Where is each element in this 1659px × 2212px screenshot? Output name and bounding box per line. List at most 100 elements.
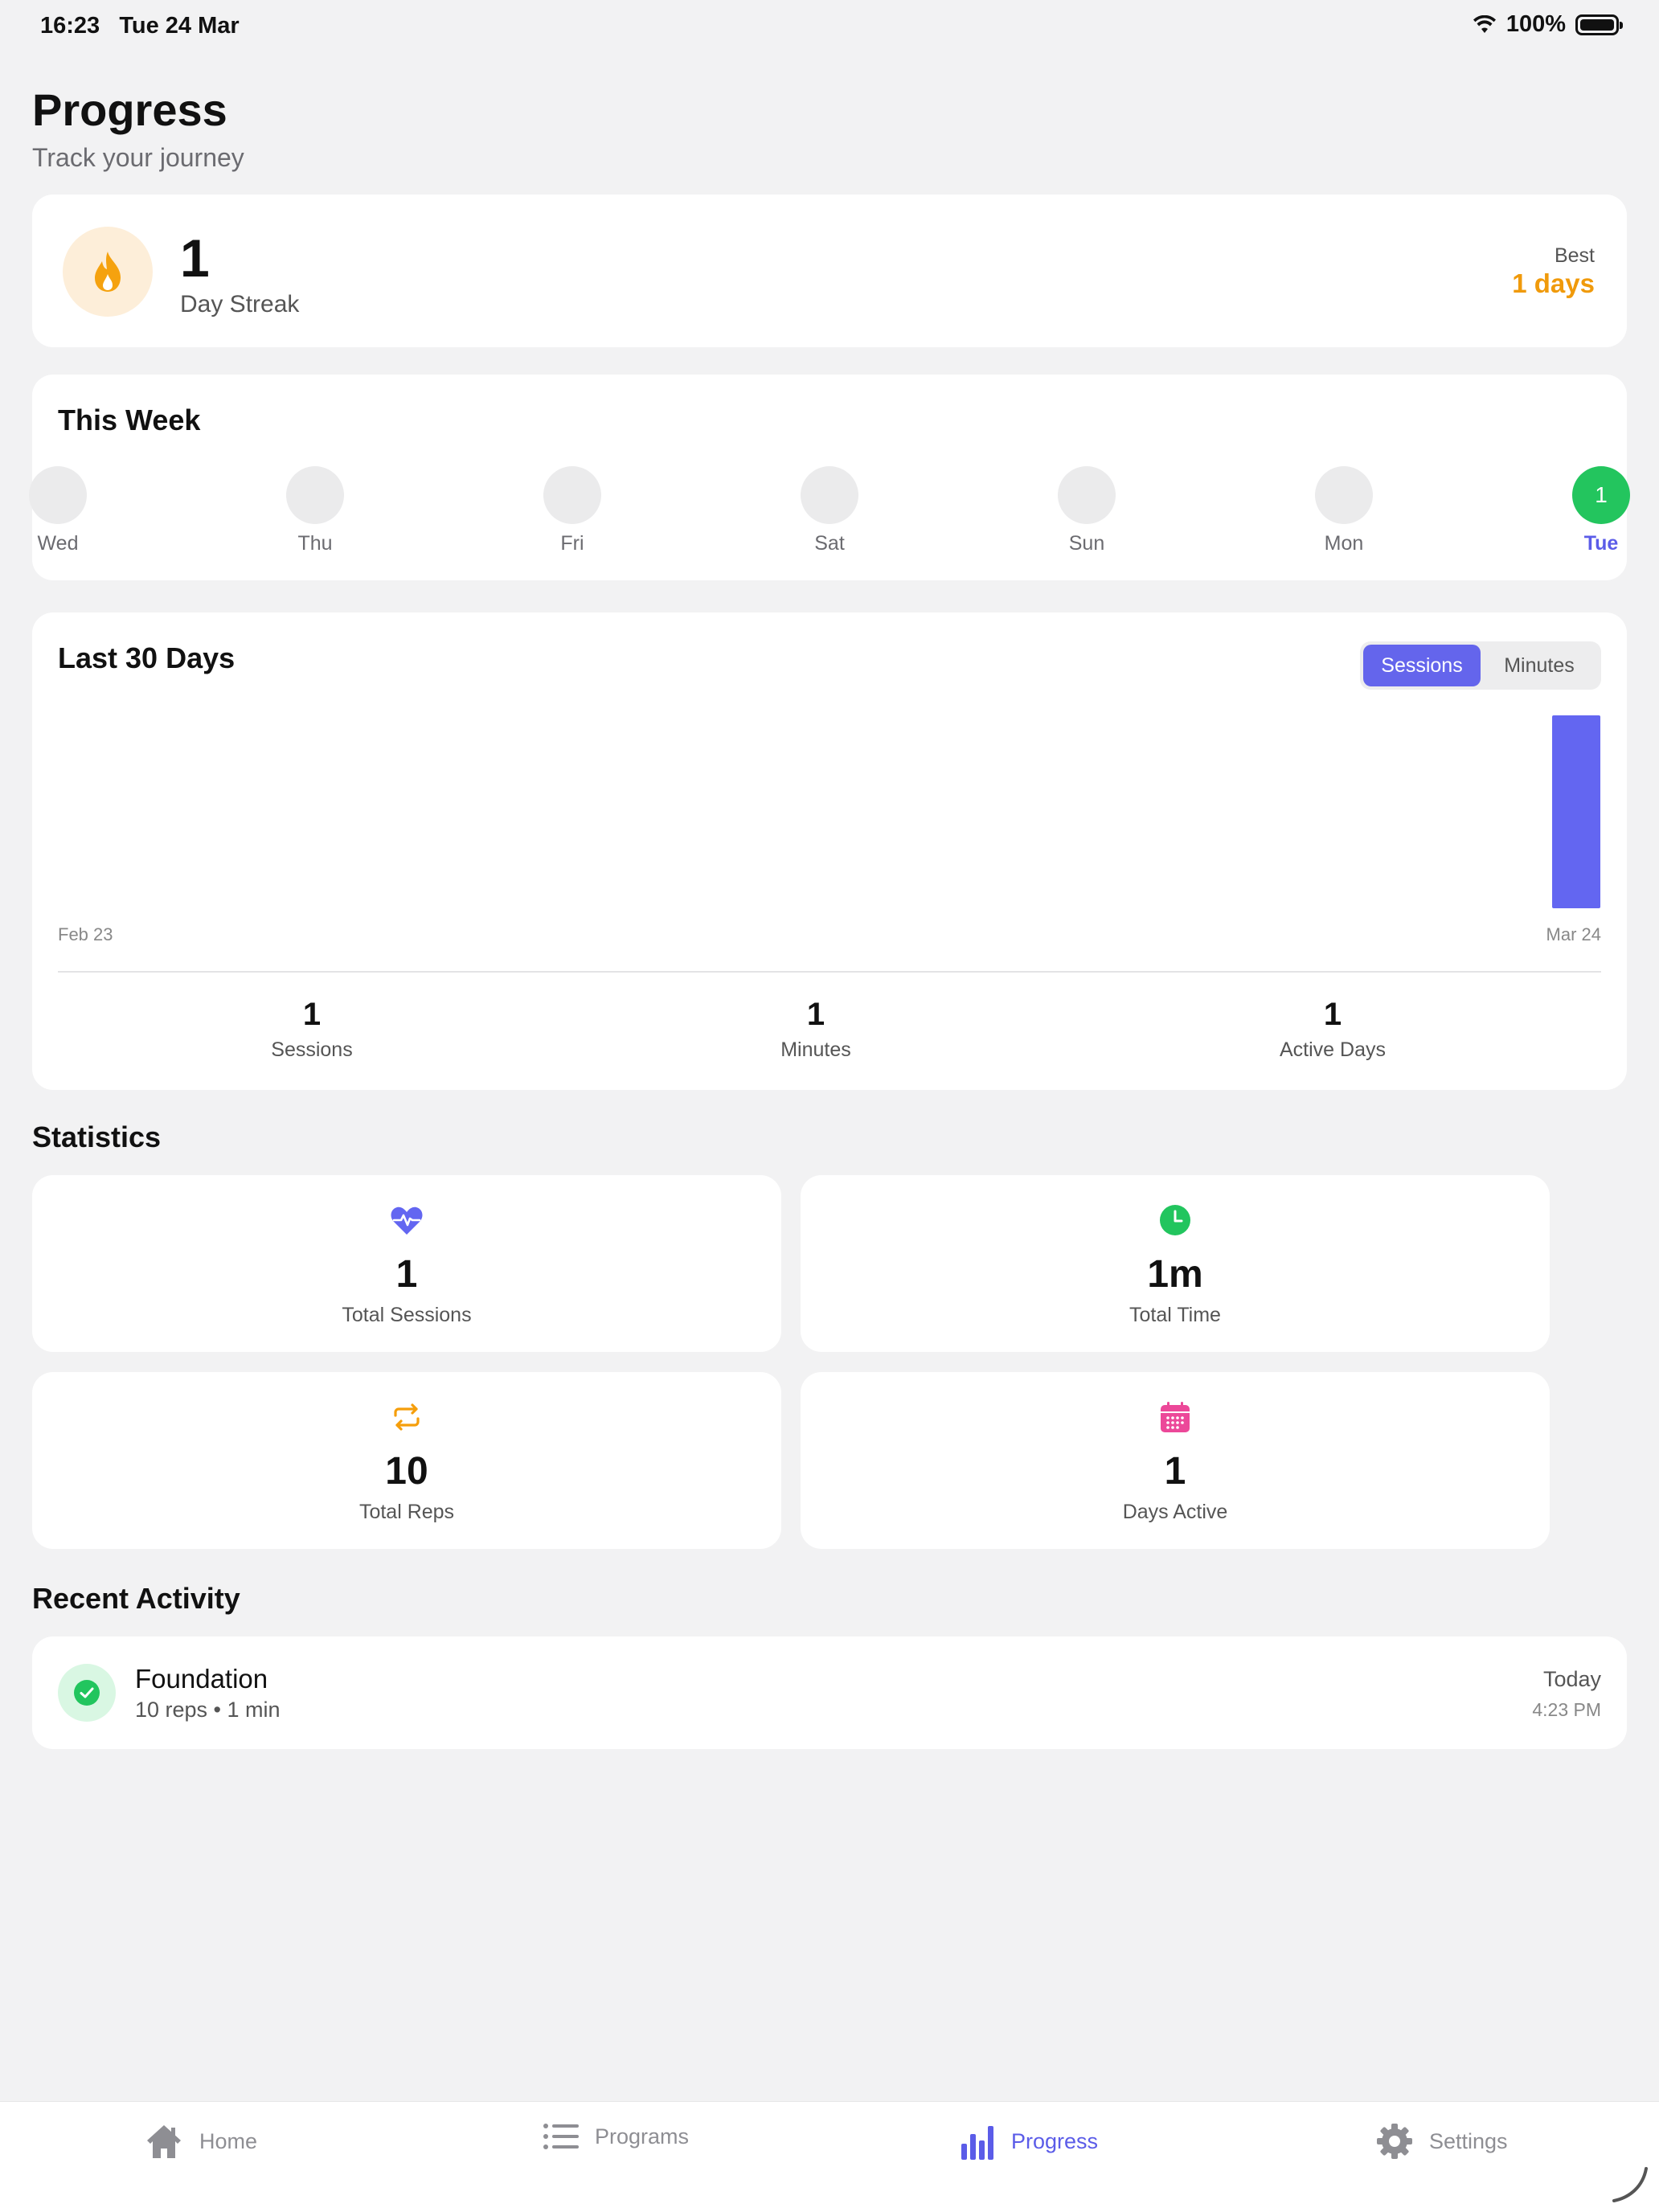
day-indicator: [286, 466, 344, 524]
day-indicator: [29, 466, 87, 524]
day-tue: 1 Tue: [1565, 466, 1637, 555]
day-mon: Mon: [1308, 466, 1380, 555]
streak-count: 1: [180, 228, 210, 288]
summary-label: Minutes: [780, 1038, 851, 1061]
summary-label: Sessions: [271, 1038, 353, 1061]
summary-value: 1: [1323, 997, 1342, 1032]
stat-label: Total Time: [1129, 1304, 1221, 1326]
stat-label: Total Reps: [358, 1501, 455, 1523]
day-label: Thu: [297, 532, 333, 555]
bar-chart-icon: [961, 2126, 993, 2160]
status-bar: 16:23 Tue 24 Mar 100%: [0, 0, 1659, 51]
calendar-icon: [1161, 1402, 1190, 1432]
stat-total-reps: 10 Total Reps: [32, 1372, 781, 1549]
day-label: Sun: [1068, 532, 1105, 555]
summary-minutes: 1 Minutes: [695, 997, 936, 1062]
bar-chart: [1552, 715, 1601, 908]
stat-value: 1: [1164, 1450, 1186, 1493]
tab-home[interactable]: Home: [145, 2123, 257, 2160]
day-label: Mon: [1324, 532, 1364, 555]
summary-active-days: 1 Active Days: [1212, 997, 1453, 1062]
week-days-row: Wed Thu Fri Sat Sun Mon 1 Tue: [29, 466, 1630, 555]
this-week-title: This Week: [58, 403, 201, 436]
battery-icon: [1575, 14, 1623, 35]
completed-badge: [58, 1664, 116, 1722]
best-streak-label: Best: [1554, 244, 1595, 267]
last-30-days-title: Last 30 Days: [58, 641, 236, 674]
tab-label: Programs: [595, 2124, 690, 2149]
tab-bar: Home Programs Progress Settings: [0, 2101, 1659, 2212]
tab-progress[interactable]: Progress: [961, 2123, 1098, 2160]
day-indicator: [1314, 466, 1373, 524]
tab-label: Progress: [1011, 2128, 1099, 2153]
tab-settings[interactable]: Settings: [1376, 2123, 1508, 2160]
stat-total-sessions: 1 Total Sessions: [32, 1175, 781, 1352]
status-time: 16:23 Tue 24 Mar: [40, 13, 240, 39]
chart-end-label: Mar 24: [1546, 924, 1601, 944]
clock-time: 16:23: [40, 13, 100, 39]
day-fri: Fri: [536, 466, 608, 555]
tab-label: Settings: [1429, 2128, 1508, 2153]
clock-icon: [1160, 1205, 1190, 1235]
flame-badge: [63, 227, 153, 317]
tab-programs[interactable]: Programs: [543, 2123, 689, 2150]
summary-value: 1: [806, 997, 825, 1032]
stat-days-active: 1 Days Active: [801, 1372, 1550, 1549]
activity-detail: 10 reps • 1 min: [135, 1698, 281, 1722]
day-thu: Thu: [279, 466, 351, 555]
streak-card: 1 Day Streak Best 1 days: [32, 195, 1627, 347]
summary-value: 1: [302, 997, 322, 1032]
metric-toggle: Sessions Minutes: [1360, 641, 1601, 690]
divider: [58, 971, 1601, 973]
heart-pulse-icon: [391, 1206, 423, 1235]
streak-label: Day Streak: [180, 291, 300, 317]
day-label: Wed: [37, 532, 79, 555]
summary-sessions: 1 Sessions: [191, 997, 432, 1062]
clock-date: Tue 24 Mar: [119, 13, 240, 39]
flame-icon: [95, 252, 121, 292]
battery-percent: 100%: [1505, 11, 1566, 37]
stat-label: Total Sessions: [342, 1304, 472, 1326]
day-indicator: [1058, 466, 1116, 524]
day-sat: Sat: [793, 466, 866, 555]
stat-total-time: 1m Total Time: [801, 1175, 1550, 1352]
summary-label: Active Days: [1280, 1038, 1386, 1061]
recent-activity-item[interactable]: Foundation 10 reps • 1 min Today 4:23 PM: [32, 1636, 1627, 1749]
status-indicators: 100%: [1473, 11, 1623, 38]
home-icon: [147, 2125, 181, 2158]
day-label: Tue: [1583, 532, 1619, 555]
page-title: Progress: [32, 84, 227, 135]
stat-value: 1: [395, 1253, 418, 1296]
day-indicator: [543, 466, 601, 524]
this-week-card: This Week Wed Thu Fri Sat Sun Mon 1 Tue: [29, 375, 1630, 580]
day-label: Fri: [560, 532, 584, 555]
resize-handle-icon: [1612, 2167, 1648, 2202]
stat-label: Days Active: [1122, 1501, 1228, 1523]
stat-value: 10: [385, 1450, 428, 1493]
wifi-icon: [1473, 14, 1496, 33]
toggle-minutes[interactable]: Minutes: [1481, 645, 1598, 686]
day-wed: Wed: [22, 466, 94, 555]
recent-activity-title: Recent Activity: [32, 1582, 240, 1615]
stat-value: 1m: [1147, 1253, 1203, 1296]
last-30-days-card: Last 30 Days Sessions Minutes Feb 23 Mar…: [32, 612, 1627, 1090]
gear-icon: [1377, 2124, 1412, 2159]
chart-area: [58, 715, 1601, 908]
day-indicator: [801, 466, 858, 524]
best-streak-value: 1 days: [1512, 268, 1595, 298]
toggle-sessions[interactable]: Sessions: [1363, 645, 1481, 686]
activity-time: 4:23 PM: [1532, 1699, 1601, 1720]
activity-name: Foundation: [135, 1664, 268, 1694]
day-indicator: 1: [1572, 466, 1630, 524]
list-icon: [543, 2124, 579, 2149]
chart-bar: [1552, 715, 1601, 908]
tab-label: Home: [199, 2128, 258, 2153]
activity-day: Today: [1542, 1667, 1601, 1691]
statistics-title: Statistics: [32, 1120, 162, 1153]
day-sun: Sun: [1051, 466, 1123, 555]
day-label: Sat: [814, 532, 845, 555]
repeat-icon: [394, 1403, 420, 1431]
check-circle-icon: [74, 1680, 100, 1706]
chart-start-label: Feb 23: [58, 924, 113, 944]
page-subtitle: Track your journey: [32, 143, 244, 172]
